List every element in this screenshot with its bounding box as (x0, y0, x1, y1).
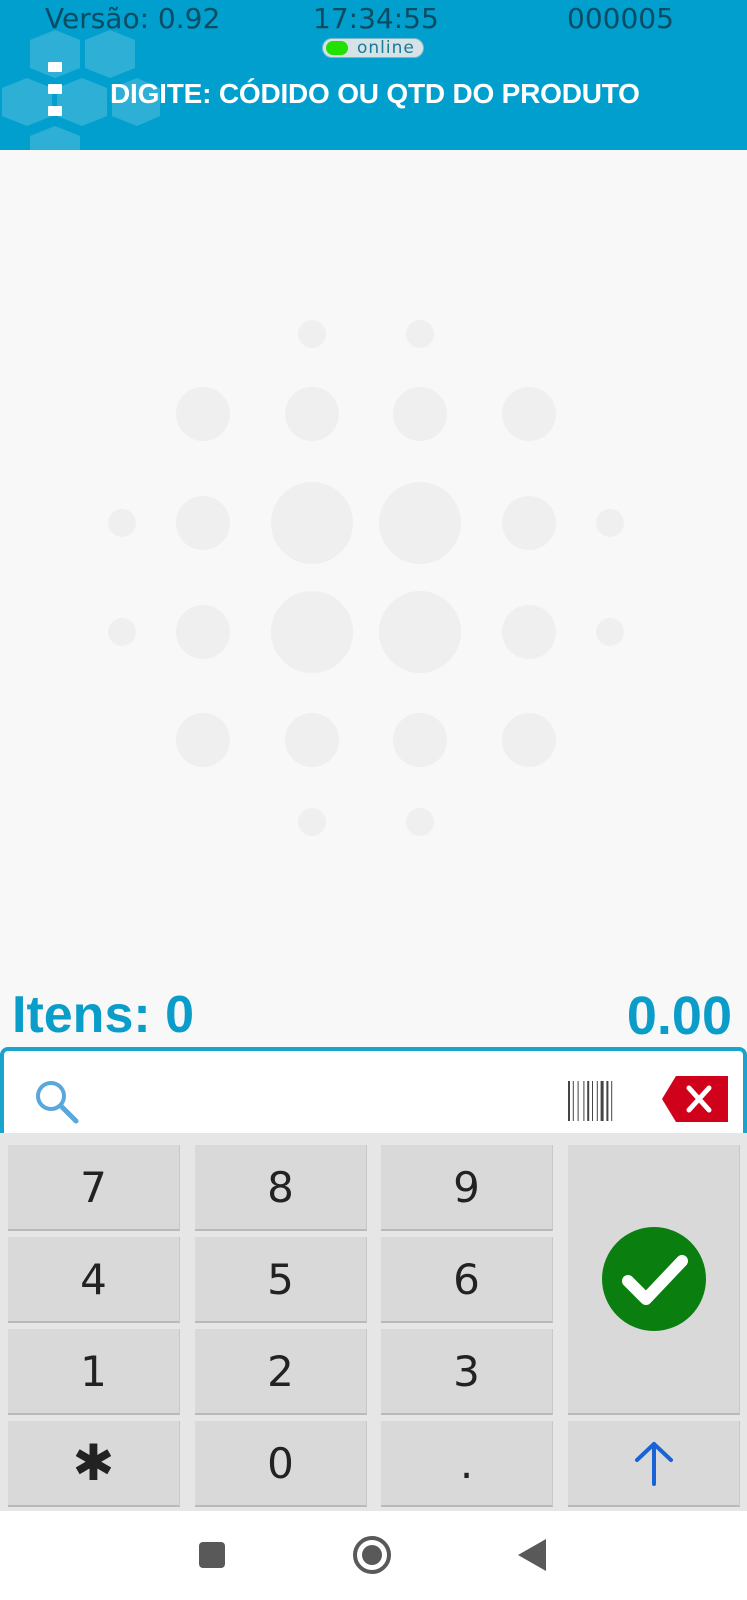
key-3[interactable]: 3 (381, 1329, 553, 1415)
key-1[interactable]: 1 (8, 1329, 180, 1415)
online-status-label: online (357, 38, 415, 58)
key-6[interactable]: 6 (381, 1237, 553, 1323)
logo-dot (379, 591, 461, 673)
logo-dot (271, 482, 353, 564)
online-indicator-dot (326, 41, 348, 55)
logo-dot (406, 808, 434, 836)
logo-dot (502, 605, 556, 659)
vertical-dots-menu-icon[interactable] (44, 60, 68, 124)
confirm-button[interactable] (568, 1145, 740, 1415)
logo-dot (596, 618, 624, 646)
arrow-up-icon (634, 1442, 673, 1486)
logo-dot (271, 591, 353, 673)
logo-dot (596, 509, 624, 537)
items-count-label: Itens: 0 (12, 986, 195, 1044)
counter-text: 000005 (567, 2, 674, 35)
logo-dot (176, 496, 230, 550)
product-code-input[interactable] (94, 1067, 534, 1123)
system-navigation-bar (0, 1511, 747, 1600)
search-icon[interactable] (32, 1077, 80, 1125)
logo-dot (502, 387, 556, 441)
logo-dot (108, 618, 136, 646)
logo-dot (502, 496, 556, 550)
key-2[interactable]: 2 (195, 1329, 367, 1415)
key-decimal-point[interactable]: . (381, 1421, 553, 1507)
logo-dot (379, 482, 461, 564)
product-input-bar (0, 1047, 747, 1137)
clock-text: 17:34:55 (313, 2, 439, 35)
logo-dot (176, 387, 230, 441)
arrow-up-button[interactable] (568, 1421, 740, 1507)
key-0[interactable]: 0 (195, 1421, 367, 1507)
key-7[interactable]: 7 (8, 1145, 180, 1231)
online-status-badge: online (322, 38, 424, 58)
app-header: Versão: 0.92 17:34:55 000005 online DIGI… (0, 0, 747, 150)
version-text: Versão: 0.92 (45, 2, 221, 35)
logo-dot (285, 387, 339, 441)
logo-dot (108, 509, 136, 537)
header-title: DIGITE: CÓDIDO OU QTD DO PRODUTO (110, 78, 640, 109)
logo-dot (502, 713, 556, 767)
numeric-keypad: 7 8 9 4 5 6 1 2 3 ✱ 0 . (0, 1133, 747, 1511)
logo-dot (393, 713, 447, 767)
status-row: Versão: 0.92 17:34:55 000005 (0, 0, 747, 36)
logo-dot (406, 320, 434, 348)
backspace-clear-icon[interactable] (662, 1074, 730, 1124)
key-8[interactable]: 8 (195, 1145, 367, 1231)
dots-logo-watermark (108, 320, 624, 836)
key-4[interactable]: 4 (8, 1237, 180, 1323)
key-5[interactable]: 5 (195, 1237, 367, 1323)
logo-dot (285, 713, 339, 767)
logo-dot (298, 320, 326, 348)
square-recent-apps-icon[interactable] (190, 1533, 234, 1577)
key-asterisk[interactable]: ✱ (8, 1421, 180, 1507)
circle-home-icon[interactable] (350, 1533, 394, 1577)
logo-dot (176, 713, 230, 767)
logo-dot (298, 808, 326, 836)
key-9[interactable]: 9 (381, 1145, 553, 1231)
triangle-back-icon[interactable] (512, 1533, 556, 1577)
total-value: 0.00 (626, 986, 732, 1046)
barcode-icon[interactable] (567, 1079, 623, 1123)
logo-dot (176, 605, 230, 659)
logo-dot (393, 387, 447, 441)
checkmark-circle-icon (601, 1227, 706, 1331)
